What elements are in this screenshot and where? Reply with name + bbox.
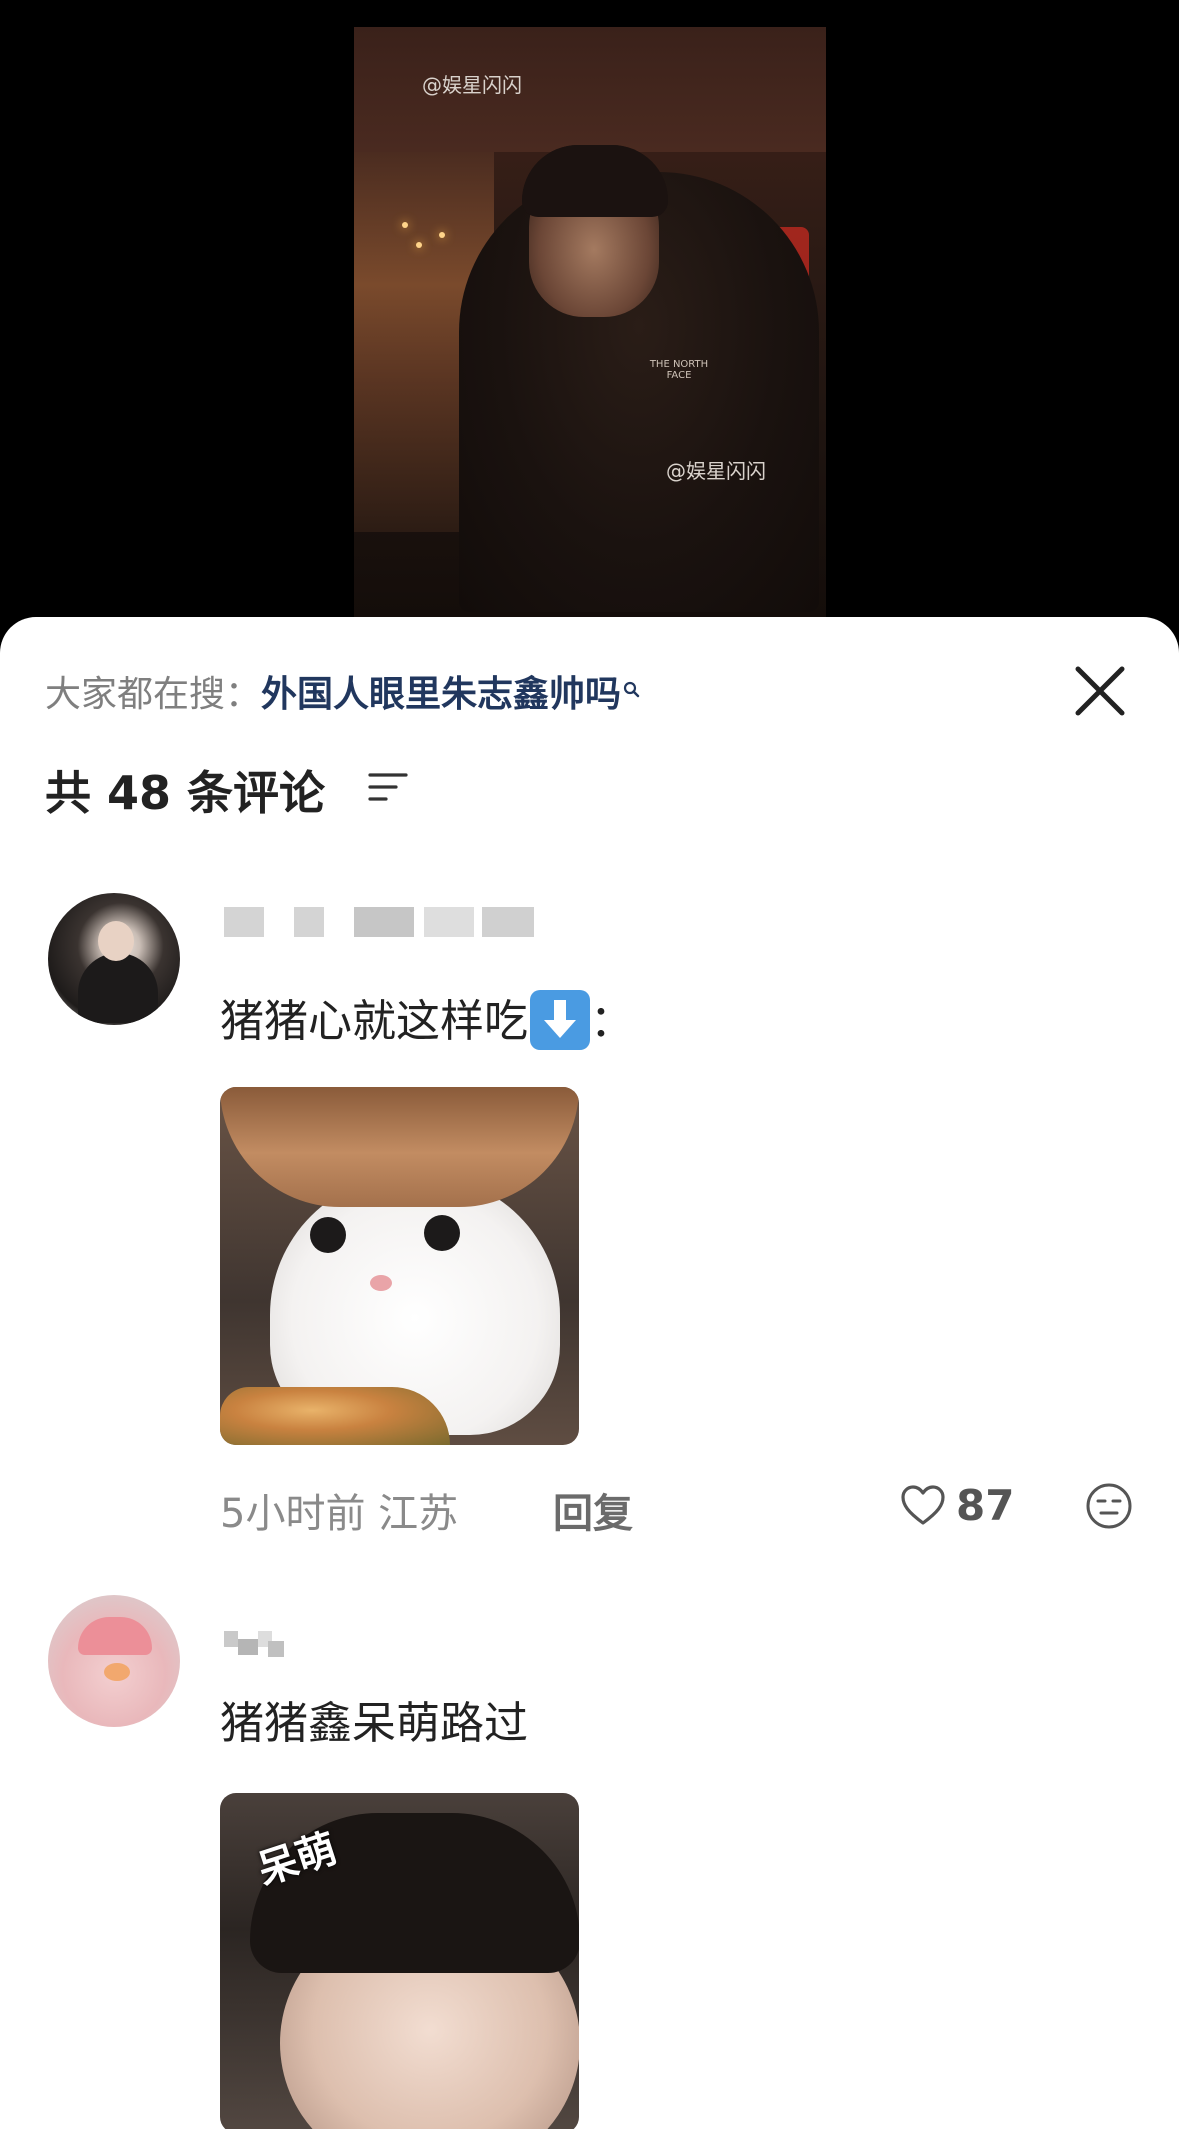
trending-search-label: 大家都在搜：	[45, 674, 262, 715]
avatar-pink-hat	[78, 1617, 152, 1655]
avatar-pig-nose	[104, 1663, 130, 1681]
lamp-light	[402, 222, 408, 228]
comment-time-location: 5小时前 江苏	[220, 1491, 459, 1537]
video-watermark-top: @娱星闪闪	[422, 73, 522, 97]
comment-text: 猪猪心就这样吃 ：	[220, 985, 634, 1050]
comment-sticker-person[interactable]: 呆萌	[220, 1793, 579, 2129]
down-arrow-emoji-icon	[530, 990, 590, 1050]
sort-button[interactable]	[368, 767, 408, 807]
sticker-cat-hat	[220, 1087, 579, 1207]
jacket-logo: THE NORTH FACE	[649, 359, 709, 381]
like-count: 87	[956, 1481, 1015, 1530]
avatar-face	[98, 921, 134, 961]
video-person-hair	[522, 145, 668, 217]
sticker-cat-eye	[424, 1215, 460, 1251]
comment-text-content: 猪猪心就这样吃	[220, 996, 528, 1047]
comment-text: 猪猪鑫呆萌路过	[220, 1698, 528, 1749]
comment-sticker-cat[interactable]	[220, 1087, 579, 1445]
video-watermark-bottom: @娱星闪闪	[666, 459, 766, 483]
username-redacted[interactable]	[224, 907, 534, 937]
trending-search-row[interactable]: 大家都在搜：外国人眼里朱志鑫帅吗	[45, 665, 641, 717]
close-button[interactable]	[1072, 663, 1128, 719]
sort-icon	[368, 773, 408, 801]
trending-search-term[interactable]: 外国人眼里朱志鑫帅吗	[261, 674, 621, 715]
lamp-light	[416, 242, 422, 248]
emoji-icon	[1086, 1483, 1132, 1529]
comment-meta-row: 5小时前 江苏 回复 87	[220, 1469, 1140, 1539]
username-redacted[interactable]	[224, 1625, 284, 1657]
avatar[interactable]	[48, 1595, 180, 1727]
comment-count-title: 共 48 条评论	[45, 766, 326, 820]
avatar[interactable]	[48, 893, 180, 1025]
sticker-cat-nose	[370, 1275, 392, 1291]
video-player[interactable]: THE NORTH FACE @娱星闪闪 @娱星闪闪	[354, 27, 826, 617]
heart-icon	[901, 1485, 945, 1525]
sticker-cat-eye	[310, 1217, 346, 1253]
comment-text-suffix: ：	[590, 996, 634, 1047]
lamp-light	[439, 232, 445, 238]
avatar-figure	[78, 953, 158, 1023]
sticker-food	[220, 1387, 450, 1445]
comment-sheet: 大家都在搜：外国人眼里朱志鑫帅吗 共 48 条评论 猪猪心就这样吃 ： 5小时前 …	[0, 617, 1179, 2129]
close-icon	[1075, 666, 1125, 716]
magnifier-icon	[623, 667, 641, 708]
emoji-reaction-button[interactable]	[1084, 1481, 1134, 1531]
reply-button[interactable]: 回复	[553, 1481, 633, 1539]
